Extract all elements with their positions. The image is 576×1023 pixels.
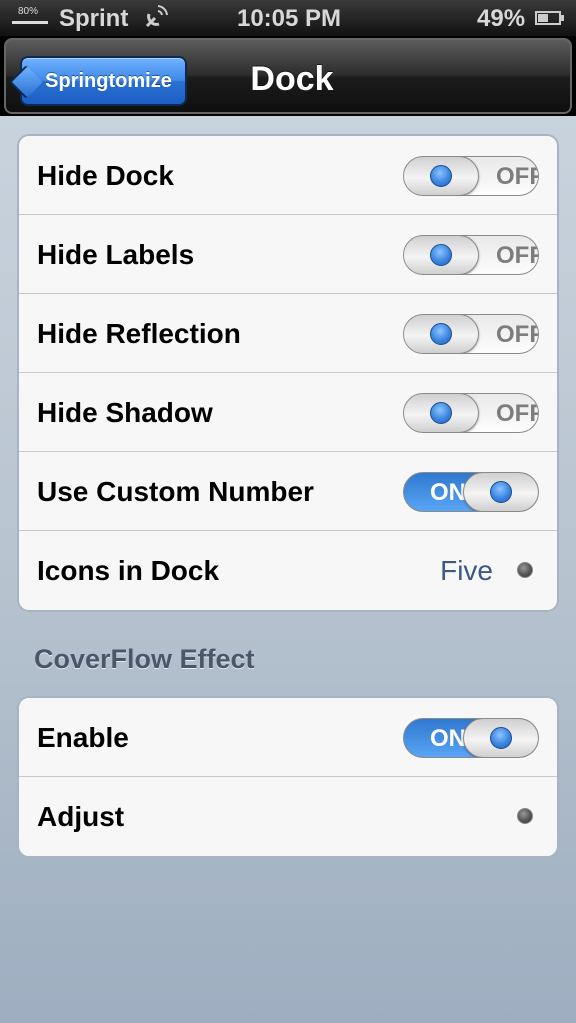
use-custom-number-toggle[interactable]: ON [403,472,539,512]
page-title: Dock [250,60,334,98]
toggle-state-label: OFF [496,400,538,427]
row-label: Use Custom Number [37,476,314,507]
coverflow-settings-group: Enable ON Adjust [17,696,559,858]
row-label: Icons in Dock [37,555,220,586]
toggle-knob[interactable] [404,394,479,432]
row-use-custom-number[interactable]: Use Custom Number ON [19,452,557,531]
row-label: Enable [37,722,129,753]
toggle-state-label: ON [430,479,466,506]
row-hide-shadow[interactable]: Hide Shadow OFF [19,373,557,452]
toggle-knob[interactable] [404,315,479,353]
toggle-knob[interactable] [404,236,479,274]
row-hide-labels[interactable]: Hide Labels OFF [19,215,557,294]
toggle-knob[interactable] [463,719,538,757]
knob-dot-icon [430,402,452,424]
knob-dot-icon [430,165,452,187]
hide-reflection-toggle[interactable]: OFF [403,314,539,354]
row-hide-dock[interactable]: Hide Dock OFF [19,136,557,215]
row-adjust[interactable]: Adjust [19,777,557,856]
hide-labels-toggle[interactable]: OFF [403,235,539,275]
row-label: Hide Dock [37,160,174,191]
row-icons-in-dock[interactable]: Icons in Dock Five [19,531,557,610]
row-label: Hide Labels [37,239,195,270]
toggle-state-label: OFF [496,163,538,190]
toggle-state-label: ON [430,725,466,752]
section-header-coverflow: CoverFlow Effect [34,644,255,674]
disclosure-dot-icon [517,808,533,824]
hide-shadow-toggle[interactable]: OFF [403,393,539,433]
navigation-bar: Springtomize Dock [0,36,576,116]
knob-dot-icon [430,323,452,345]
status-bar: 80% Sprint 10:05 PM 49% [0,0,576,36]
status-time: 10:05 PM [236,5,342,32]
toggle-knob[interactable] [404,157,479,195]
row-label: Hide Shadow [37,397,213,428]
enable-coverflow-toggle[interactable]: ON [403,718,539,758]
navigation-bar-inner: Springtomize Dock [4,38,572,114]
toggle-state-label: OFF [496,242,538,269]
row-label: Adjust [37,801,125,832]
row-enable[interactable]: Enable ON [19,698,557,777]
battery-percent: 49% [477,5,526,32]
icons-in-dock-value: Five [440,555,493,586]
knob-dot-icon [490,727,512,749]
settings-content: Hide Dock OFF Hide Labels OFF Hide Refle… [0,116,576,1023]
toggle-state-label: OFF [496,321,538,348]
row-label: Hide Reflection [37,318,241,349]
knob-dot-icon [430,244,452,266]
disclosure-dot-icon [517,562,533,578]
hide-dock-toggle[interactable]: OFF [403,156,539,196]
dock-settings-group: Hide Dock OFF Hide Labels OFF Hide Refle… [17,134,559,612]
knob-dot-icon [490,481,512,503]
battery-icon [535,11,564,25]
toggle-knob[interactable] [463,473,538,511]
row-hide-reflection[interactable]: Hide Reflection OFF [19,294,557,373]
